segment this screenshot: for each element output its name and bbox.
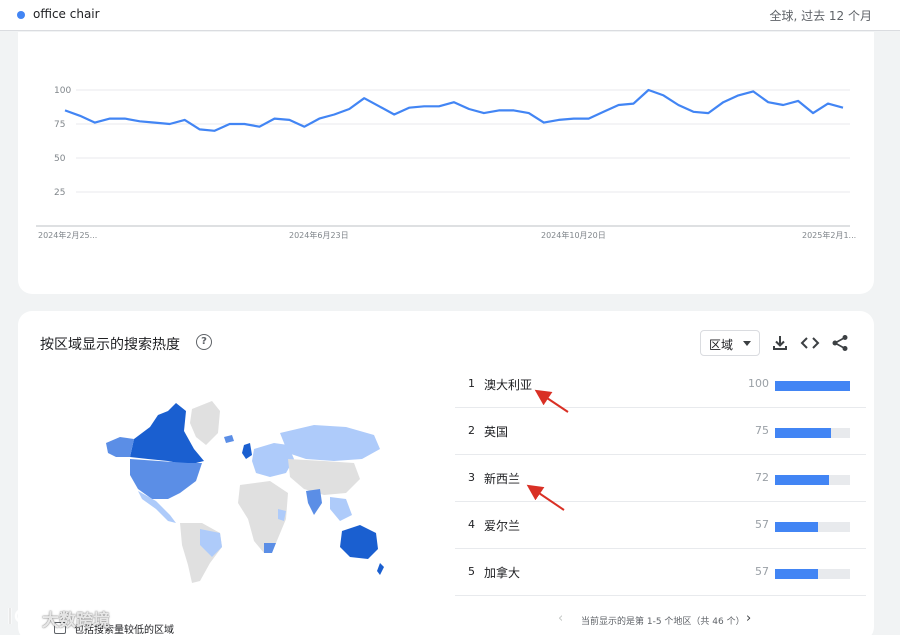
map-greenland bbox=[190, 401, 220, 445]
pager-prev-button[interactable]: ‹ bbox=[558, 611, 563, 626]
map-iceland bbox=[224, 435, 234, 443]
rank-number: 2 bbox=[468, 424, 475, 437]
rank-region-name[interactable]: 爱尔兰 bbox=[484, 517, 520, 534]
rank-bar-track bbox=[775, 381, 850, 391]
rank-number: 4 bbox=[468, 518, 475, 531]
rank-row[interactable]: 4 爱尔兰 57 bbox=[455, 502, 866, 549]
region-dropdown-label: 区域 bbox=[709, 338, 734, 352]
rank-row[interactable]: 5 加拿大 57 bbox=[455, 549, 866, 596]
rank-bar-track bbox=[775, 428, 850, 438]
map-alaska bbox=[106, 437, 134, 457]
y-tick-label: 75 bbox=[54, 120, 65, 130]
code-icon[interactable] bbox=[800, 333, 820, 353]
search-term-bar: office chair 全球, 过去 12 个月 bbox=[0, 0, 900, 31]
x-tick-label: 2024年6月23日 bbox=[289, 230, 349, 240]
watermark-text: 大数跨境 bbox=[42, 611, 110, 631]
y-tick-label: 25 bbox=[54, 188, 65, 198]
watermark-logo-icon bbox=[8, 608, 40, 624]
rank-row[interactable]: 1 澳大利亚 100 bbox=[455, 361, 866, 408]
rank-bar-fill bbox=[775, 475, 829, 485]
rank-row[interactable]: 3 新西兰 72 bbox=[455, 455, 866, 502]
rank-region-name[interactable]: 新西兰 bbox=[484, 470, 520, 487]
rank-bar-track bbox=[775, 522, 850, 532]
rank-number: 5 bbox=[468, 565, 475, 578]
download-icon[interactable] bbox=[770, 333, 790, 353]
chevron-down-icon bbox=[743, 341, 751, 346]
share-icon[interactable] bbox=[830, 333, 850, 353]
rank-value: 72 bbox=[755, 471, 769, 484]
pager-text: 当前显示的是第 1-5 个地区（共 46 个） bbox=[581, 617, 745, 627]
trend-chart: 100 75 50 25 2024年2月25... 2024年6月23日 2024年10月2… bbox=[36, 86, 856, 240]
help-circle-icon[interactable]: ? bbox=[196, 334, 212, 350]
map-australia bbox=[340, 525, 378, 559]
x-tick-label: 2024年10月20日 bbox=[541, 230, 606, 240]
region-dropdown[interactable]: 区域 bbox=[700, 330, 760, 356]
rank-bar-track bbox=[775, 475, 850, 485]
series-color-dot bbox=[17, 11, 25, 19]
interest-over-time-card: 100 75 50 25 2024年2月25... 2024年6月23日 2024年10月2… bbox=[18, 32, 874, 294]
rank-bar-fill bbox=[775, 569, 818, 579]
map-uk bbox=[242, 443, 252, 459]
map-russia bbox=[280, 425, 380, 461]
map-india bbox=[306, 489, 322, 515]
x-tick-label: 2024年2月25... bbox=[38, 230, 97, 240]
rank-bar-fill bbox=[775, 428, 832, 438]
rank-bar-fill bbox=[775, 522, 818, 532]
map-asia bbox=[288, 459, 360, 495]
map-south-africa bbox=[264, 543, 276, 553]
rank-row[interactable]: 2 英国 75 bbox=[455, 408, 866, 455]
rank-value: 57 bbox=[755, 518, 769, 531]
rank-number: 3 bbox=[468, 471, 475, 484]
y-tick-label: 100 bbox=[54, 86, 71, 96]
map-new-zealand bbox=[377, 563, 384, 575]
section-title: 按区域显示的搜索热度 bbox=[40, 337, 180, 353]
map-se-asia bbox=[330, 497, 352, 521]
rank-value: 75 bbox=[755, 424, 769, 437]
x-tick-label: 2025年2月1... bbox=[802, 230, 856, 240]
rank-bar-track bbox=[775, 569, 850, 579]
interest-by-region-card: 按区域显示的搜索热度 ? 区域 1 澳大利亚 100 2 英国 75 3 新西兰… bbox=[18, 311, 874, 635]
search-term[interactable]: office chair bbox=[33, 7, 100, 21]
watermark: 大数跨境 bbox=[4, 602, 144, 634]
world-map[interactable] bbox=[84, 397, 384, 587]
series-line bbox=[64, 88, 844, 132]
rank-bar-fill bbox=[775, 381, 850, 391]
rank-region-name[interactable]: 加拿大 bbox=[484, 564, 520, 581]
scope-label: 全球, 过去 12 个月 bbox=[769, 9, 872, 23]
rank-number: 1 bbox=[468, 377, 475, 390]
rank-value: 57 bbox=[755, 565, 769, 578]
pager-next-button[interactable]: › bbox=[746, 611, 751, 626]
rank-region-name[interactable]: 英国 bbox=[484, 423, 508, 440]
y-tick-label: 50 bbox=[54, 154, 66, 164]
rank-value: 100 bbox=[748, 377, 769, 390]
rank-region-name[interactable]: 澳大利亚 bbox=[484, 376, 532, 393]
